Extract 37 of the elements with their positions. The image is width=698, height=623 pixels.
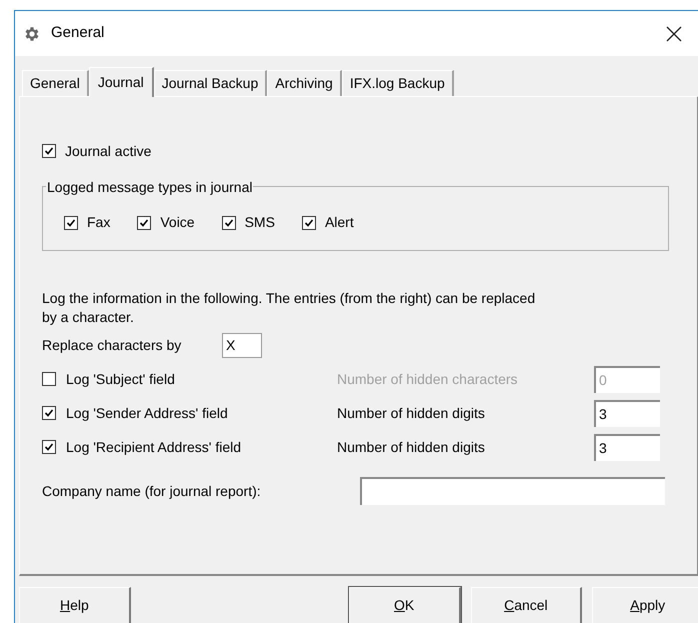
checkbox-label: Log 'Recipient Address' field bbox=[66, 438, 242, 457]
checkbox-label: Log 'Sender Address' field bbox=[66, 404, 228, 423]
input-field[interactable] bbox=[360, 477, 665, 505]
input-field[interactable]: 3 bbox=[594, 434, 660, 460]
info-text: Log the information in the following. The entries (from the right) can be replaced by a character. bbox=[42, 289, 536, 327]
dialog-button[interactable]: OK bbox=[348, 587, 460, 623]
field-label: Replace characters by bbox=[42, 336, 182, 355]
tab[interactable]: Journal Backup bbox=[154, 70, 268, 96]
input-field[interactable]: X bbox=[222, 332, 262, 358]
checkbox-label: Log 'Subject' field bbox=[66, 370, 175, 389]
checkbox-label: Alert bbox=[324, 213, 354, 232]
tab[interactable]: IFX.log Backup bbox=[342, 70, 454, 96]
checkbox[interactable] bbox=[222, 216, 236, 230]
checkbox[interactable] bbox=[42, 440, 56, 454]
checkbox-label: SMS bbox=[244, 213, 275, 232]
checkbox[interactable] bbox=[42, 144, 56, 158]
field-label: Number of hidden digits bbox=[337, 404, 486, 423]
field-label: Number of hidden digits bbox=[337, 438, 486, 457]
field-label: Company name (for journal report): bbox=[42, 482, 262, 501]
tab[interactable]: Archiving bbox=[267, 70, 342, 96]
gear-icon bbox=[23, 24, 41, 42]
checkbox-label: Voice bbox=[160, 213, 195, 232]
checkbox[interactable] bbox=[42, 406, 56, 420]
checkbox-label: Journal active bbox=[65, 142, 152, 160]
checkbox-label: Fax bbox=[87, 213, 110, 232]
field-label: Number of hidden characters bbox=[337, 370, 519, 388]
close-button[interactable] bbox=[664, 24, 684, 44]
checkbox[interactable] bbox=[137, 216, 152, 230]
window-title: General bbox=[51, 23, 104, 44]
tab[interactable]: Journal bbox=[88, 67, 154, 97]
input-field[interactable]: 3 bbox=[594, 400, 660, 426]
checkbox[interactable] bbox=[64, 216, 78, 230]
dialog-button[interactable]: Help bbox=[19, 587, 131, 623]
dialog-button[interactable]: Apply bbox=[592, 587, 698, 623]
dialog-button[interactable]: Cancel bbox=[470, 587, 582, 623]
tab[interactable]: General bbox=[22, 70, 89, 96]
checkbox[interactable] bbox=[302, 216, 316, 230]
